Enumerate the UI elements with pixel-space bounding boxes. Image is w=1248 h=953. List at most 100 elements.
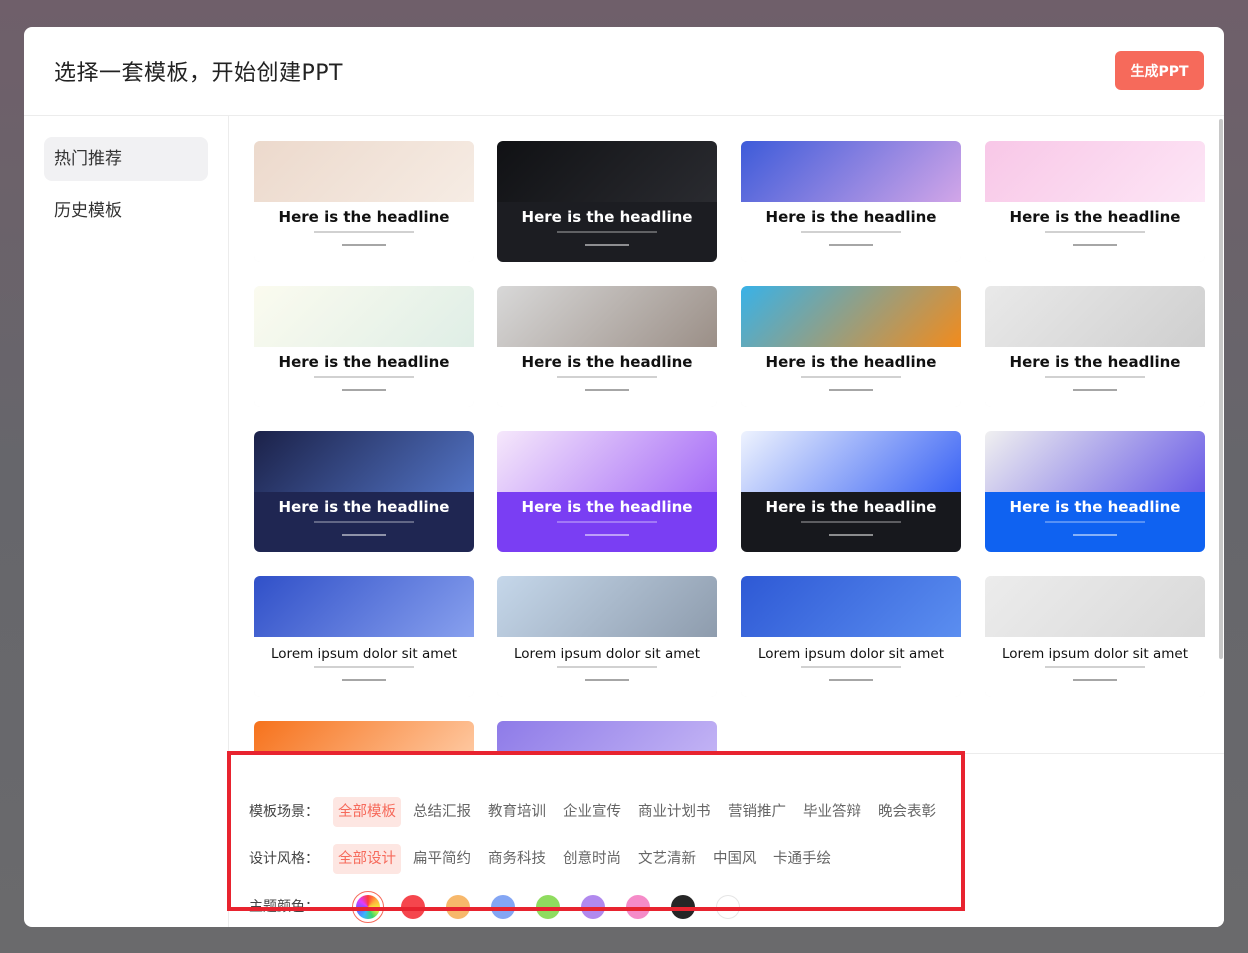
filter-chip-style-5[interactable]: 中国风 xyxy=(708,844,762,874)
template-subtitle-placeholder xyxy=(1045,376,1145,378)
template-subtitle-placeholder xyxy=(1045,521,1145,523)
filter-chip-scene-5[interactable]: 营销推广 xyxy=(723,797,791,827)
template-body: Lorem ipsum dolor sit amet xyxy=(254,637,474,697)
template-meta-placeholder xyxy=(585,244,629,246)
filter-chip-scene-2[interactable]: 教育培训 xyxy=(483,797,551,827)
filter-chip-style-3[interactable]: 创意时尚 xyxy=(558,844,626,874)
filter-chip-scene-7[interactable]: 晚会表彰 xyxy=(873,797,941,827)
scrollbar[interactable] xyxy=(1219,119,1223,659)
filter-chip-style-6[interactable]: 卡通手绘 xyxy=(768,844,836,874)
template-card-purple-blobs[interactable]: Here is the headline xyxy=(497,431,717,552)
template-headline: Lorem ipsum dolor sit amet xyxy=(271,646,457,662)
template-headline: Here is the headline xyxy=(278,208,450,226)
template-subtitle-placeholder xyxy=(801,666,901,668)
filter-chip-scene-0[interactable]: 全部模板 xyxy=(333,797,401,827)
template-meta-placeholder xyxy=(829,679,873,681)
filter-label-color: 主题颜色： xyxy=(249,899,319,915)
template-thumbnail xyxy=(254,431,474,492)
template-body: Here is the headline xyxy=(497,347,717,407)
template-headline: Here is the headline xyxy=(765,498,937,516)
color-swatch-orange[interactable] xyxy=(446,895,470,919)
template-meta-placeholder xyxy=(585,534,629,536)
template-headline: Here is the headline xyxy=(521,208,693,226)
template-headline: Here is the headline xyxy=(278,498,450,516)
template-thumbnail xyxy=(985,141,1205,202)
template-subtitle-placeholder xyxy=(801,376,901,378)
template-body: Here is the headline xyxy=(985,347,1205,407)
template-headline: Here is the headline xyxy=(278,353,450,371)
template-card-white-ribbon[interactable]: Lorem ipsum dolor sit amet xyxy=(985,576,1205,697)
color-swatch-red[interactable] xyxy=(401,895,425,919)
sidebar: 热门推荐 历史模板 xyxy=(24,116,229,927)
template-meta-placeholder xyxy=(829,244,873,246)
generate-ppt-button[interactable]: 生成PPT xyxy=(1115,51,1204,90)
template-headline: Here is the headline xyxy=(1009,353,1181,371)
template-card-navy-shapes[interactable]: Here is the headline xyxy=(254,431,474,552)
color-swatch-green[interactable] xyxy=(536,895,560,919)
template-body: Here is the headline xyxy=(741,492,961,552)
filter-chip-style-4[interactable]: 文艺清新 xyxy=(633,844,701,874)
template-thumbnail xyxy=(254,286,474,347)
template-subtitle-placeholder xyxy=(557,521,657,523)
color-swatch-black[interactable] xyxy=(671,895,695,919)
template-meta-placeholder xyxy=(342,389,386,391)
template-subtitle-placeholder xyxy=(1045,666,1145,668)
template-card-fluid-blue[interactable]: Here is the headline xyxy=(741,141,961,262)
template-body: Here is the headline xyxy=(254,347,474,407)
template-meta-placeholder xyxy=(1073,244,1117,246)
template-subtitle-placeholder xyxy=(801,521,901,523)
template-body: Lorem ipsum dolor sit amet xyxy=(497,637,717,697)
template-meta-placeholder xyxy=(829,389,873,391)
template-body: Here is the headline xyxy=(741,202,961,262)
template-subtitle-placeholder xyxy=(314,231,414,233)
template-thumbnail xyxy=(497,286,717,347)
filter-chip-scene-6[interactable]: 毕业答辩 xyxy=(798,797,866,827)
template-card-orange-water[interactable]: Here is the headline xyxy=(741,286,961,407)
filter-chip-scene-3[interactable]: 企业宣传 xyxy=(558,797,626,827)
template-card-magazine[interactable]: Here is the headline xyxy=(497,286,717,407)
sidebar-item-history[interactable]: 历史模板 xyxy=(44,189,208,233)
template-modal: 选择一套模板，开始创建PPT 生成PPT 热门推荐 历史模板 Here is t… xyxy=(24,27,1224,927)
template-subtitle-placeholder xyxy=(557,666,657,668)
filter-chip-style-1[interactable]: 扁平简约 xyxy=(408,844,476,874)
template-subtitle-placeholder xyxy=(1045,231,1145,233)
filter-chip-style-2[interactable]: 商务科技 xyxy=(483,844,551,874)
template-card-tower[interactable]: Lorem ipsum dolor sit amet xyxy=(497,576,717,697)
template-card-pink-ring[interactable]: Here is the headline xyxy=(985,141,1205,262)
template-subtitle-placeholder xyxy=(557,376,657,378)
template-meta-placeholder xyxy=(1073,389,1117,391)
template-subtitle-placeholder xyxy=(314,376,414,378)
template-thumbnail xyxy=(497,141,717,202)
template-card-beige-circle[interactable]: Here is the headline xyxy=(254,141,474,262)
color-swatch-white[interactable] xyxy=(716,895,740,919)
template-card-glass-buildings[interactable]: Lorem ipsum dolor sit amet xyxy=(254,576,474,697)
sidebar-item-popular[interactable]: 热门推荐 xyxy=(44,137,208,181)
template-headline: Here is the headline xyxy=(765,208,937,226)
template-thumbnail xyxy=(985,286,1205,347)
template-thumbnail xyxy=(497,431,717,492)
filter-chip-scene-4[interactable]: 商业计划书 xyxy=(633,797,716,827)
template-subtitle-placeholder xyxy=(801,231,901,233)
template-thumbnail xyxy=(741,141,961,202)
template-meta-placeholder xyxy=(585,679,629,681)
color-swatch-pink[interactable] xyxy=(626,895,650,919)
template-headline: Here is the headline xyxy=(765,353,937,371)
template-body: Here is the headline xyxy=(254,202,474,262)
template-card-molecule[interactable]: Here is the headline xyxy=(497,141,717,262)
template-body: Here is the headline xyxy=(497,492,717,552)
template-card-white-waves[interactable]: Here is the headline xyxy=(985,286,1205,407)
filter-label-scene: 模板场景： xyxy=(249,804,319,820)
template-card-blue-blocks[interactable]: Here is the headline xyxy=(741,431,961,552)
color-swatch-all-colors[interactable] xyxy=(352,891,384,923)
color-swatch-purple[interactable] xyxy=(581,895,605,919)
filter-chip-style-0[interactable]: 全部设计 xyxy=(333,844,401,874)
template-card-mint-glass[interactable]: Here is the headline xyxy=(254,286,474,407)
template-card-illustration[interactable]: Here is the headline xyxy=(985,431,1205,552)
template-card-blue-circles[interactable]: Lorem ipsum dolor sit amet xyxy=(741,576,961,697)
filter-chip-scene-1[interactable]: 总结汇报 xyxy=(408,797,476,827)
template-body: Here is the headline xyxy=(254,492,474,552)
template-thumbnail xyxy=(985,431,1205,492)
template-body: Lorem ipsum dolor sit amet xyxy=(985,637,1205,697)
color-swatch-blue[interactable] xyxy=(491,895,515,919)
template-headline: Lorem ipsum dolor sit amet xyxy=(514,646,700,662)
